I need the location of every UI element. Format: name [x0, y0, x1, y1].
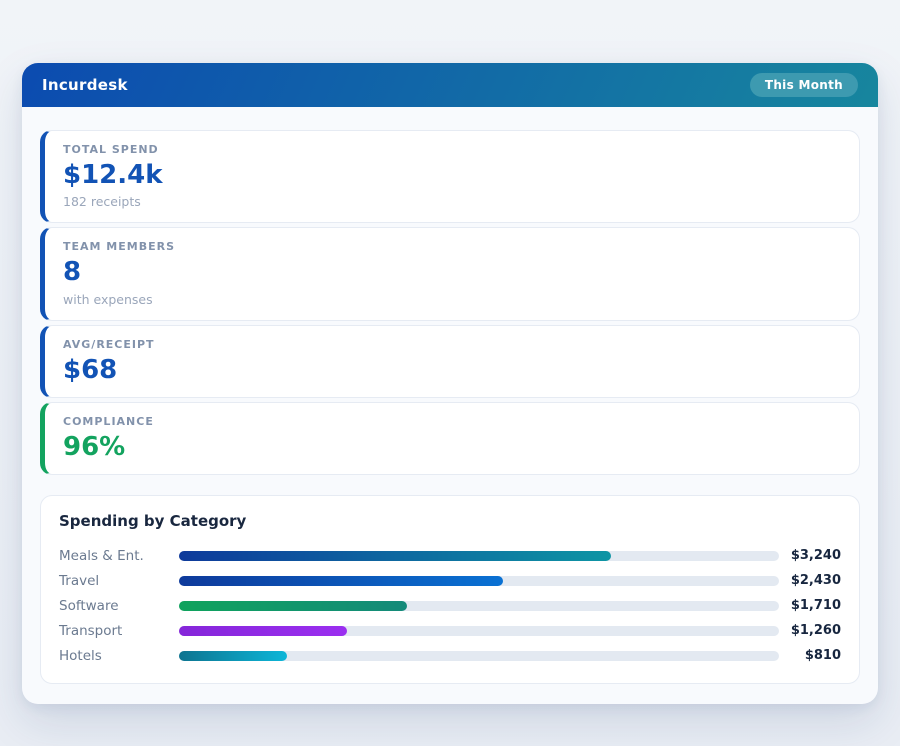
category-row: Travel $2,430 [59, 568, 841, 593]
category-label: Hotels [59, 648, 179, 664]
category-row: Transport $1,260 [59, 618, 841, 643]
stat-card: AVG/RECEIPT $68 [40, 325, 860, 398]
stat-value: $68 [63, 357, 841, 384]
stat-label: COMPLIANCE [63, 415, 841, 428]
category-row: Meals & Ent. $3,240 [59, 543, 841, 568]
period-badge[interactable]: This Month [750, 73, 858, 97]
stat-card: COMPLIANCE 96% [40, 402, 860, 475]
stat-value: 8 [63, 259, 841, 286]
bar-fill [179, 601, 407, 611]
stat-sub: 182 receipts [63, 194, 841, 209]
stat-label: AVG/RECEIPT [63, 338, 841, 351]
bar-track [179, 651, 779, 661]
bar-fill [179, 551, 611, 561]
stat-value: $12.4k [63, 162, 841, 189]
category-value: $3,240 [779, 548, 841, 563]
category-label: Meals & Ent. [59, 548, 179, 564]
stat-sub: with expenses [63, 292, 841, 307]
category-label: Travel [59, 573, 179, 589]
category-value: $2,430 [779, 573, 841, 588]
category-value: $1,260 [779, 623, 841, 638]
app-body: TOTAL SPEND $12.4k 182 receipts TEAM MEM… [22, 107, 878, 704]
category-row: Software $1,710 [59, 593, 841, 618]
bar-fill [179, 576, 503, 586]
bar-track [179, 576, 779, 586]
stat-card: TOTAL SPEND $12.4k 182 receipts [40, 130, 860, 223]
category-label: Software [59, 598, 179, 614]
category-value: $1,710 [779, 598, 841, 613]
stat-label: TOTAL SPEND [63, 143, 841, 156]
stat-card: TEAM MEMBERS 8 with expenses [40, 227, 860, 320]
bar-fill [179, 626, 347, 636]
bar-fill [179, 651, 287, 661]
category-value: $810 [779, 648, 841, 663]
bar-track [179, 626, 779, 636]
spending-panel: Spending by Category Meals & Ent. $3,240… [40, 495, 860, 684]
spending-title: Spending by Category [59, 512, 841, 530]
stat-label: TEAM MEMBERS [63, 240, 841, 253]
spending-rows: Meals & Ent. $3,240 Travel $2,430 Softwa… [59, 543, 841, 668]
app-title: Incurdesk [42, 76, 128, 94]
bar-track [179, 551, 779, 561]
category-label: Transport [59, 623, 179, 639]
bar-track [179, 601, 779, 611]
category-row: Hotels $810 [59, 643, 841, 668]
stat-value: 96% [63, 434, 841, 461]
stats-list: TOTAL SPEND $12.4k 182 receipts TEAM MEM… [40, 130, 860, 475]
app-header: Incurdesk This Month [22, 63, 878, 107]
dashboard-card: Incurdesk This Month TOTAL SPEND $12.4k … [22, 63, 878, 704]
